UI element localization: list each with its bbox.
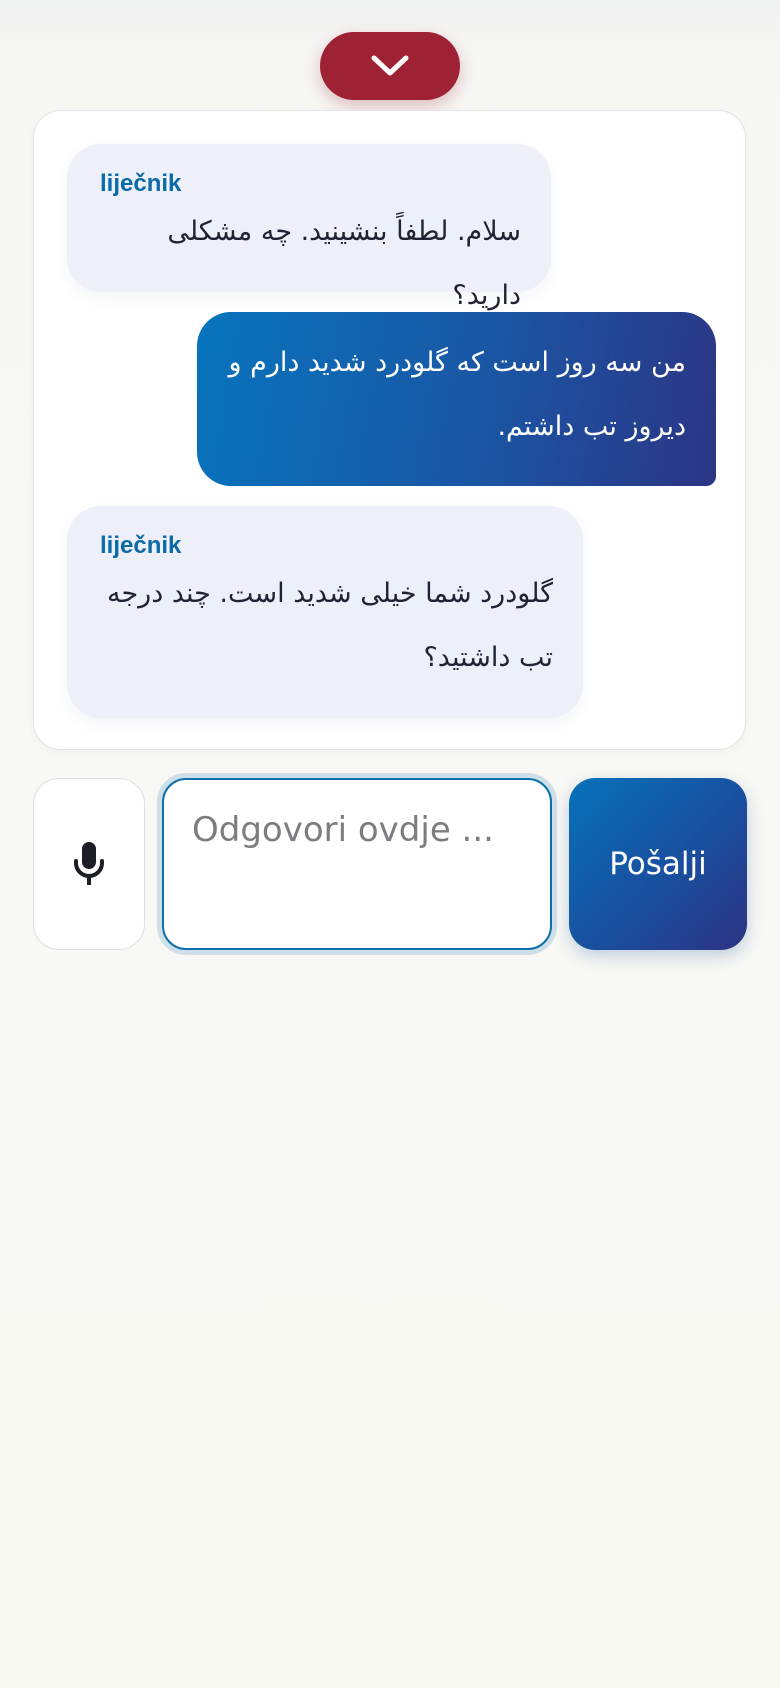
collapse-button[interactable] xyxy=(320,32,460,100)
send-button[interactable]: Pošalji xyxy=(569,778,747,950)
reply-input[interactable] xyxy=(162,778,552,950)
chat-panel: liječnik سلام. لطفاً بنشینید. چه مشکلی د… xyxy=(33,110,746,750)
chevron-down-icon xyxy=(371,55,409,76)
message-text: سلام. لطفاً بنشینید. چه مشکلی دارید؟ xyxy=(167,216,521,311)
microphone-button[interactable] xyxy=(33,778,145,950)
microphone-icon xyxy=(74,842,104,885)
message-text: گلودرد شما خیلی شدید است. چند درجه تب دا… xyxy=(106,578,553,673)
message-sender: liječnik xyxy=(100,170,182,197)
patient-message: من سه روز است که گلودرد شدید دارم و دیرو… xyxy=(197,312,716,486)
doctor-message: liječnik گلودرد شما خیلی شدید است. چند د… xyxy=(67,506,583,718)
message-sender: liječnik xyxy=(100,532,182,559)
message-text: من سه روز است که گلودرد شدید دارم و دیرو… xyxy=(228,347,686,442)
doctor-message: liječnik سلام. لطفاً بنشینید. چه مشکلی د… xyxy=(67,144,551,311)
